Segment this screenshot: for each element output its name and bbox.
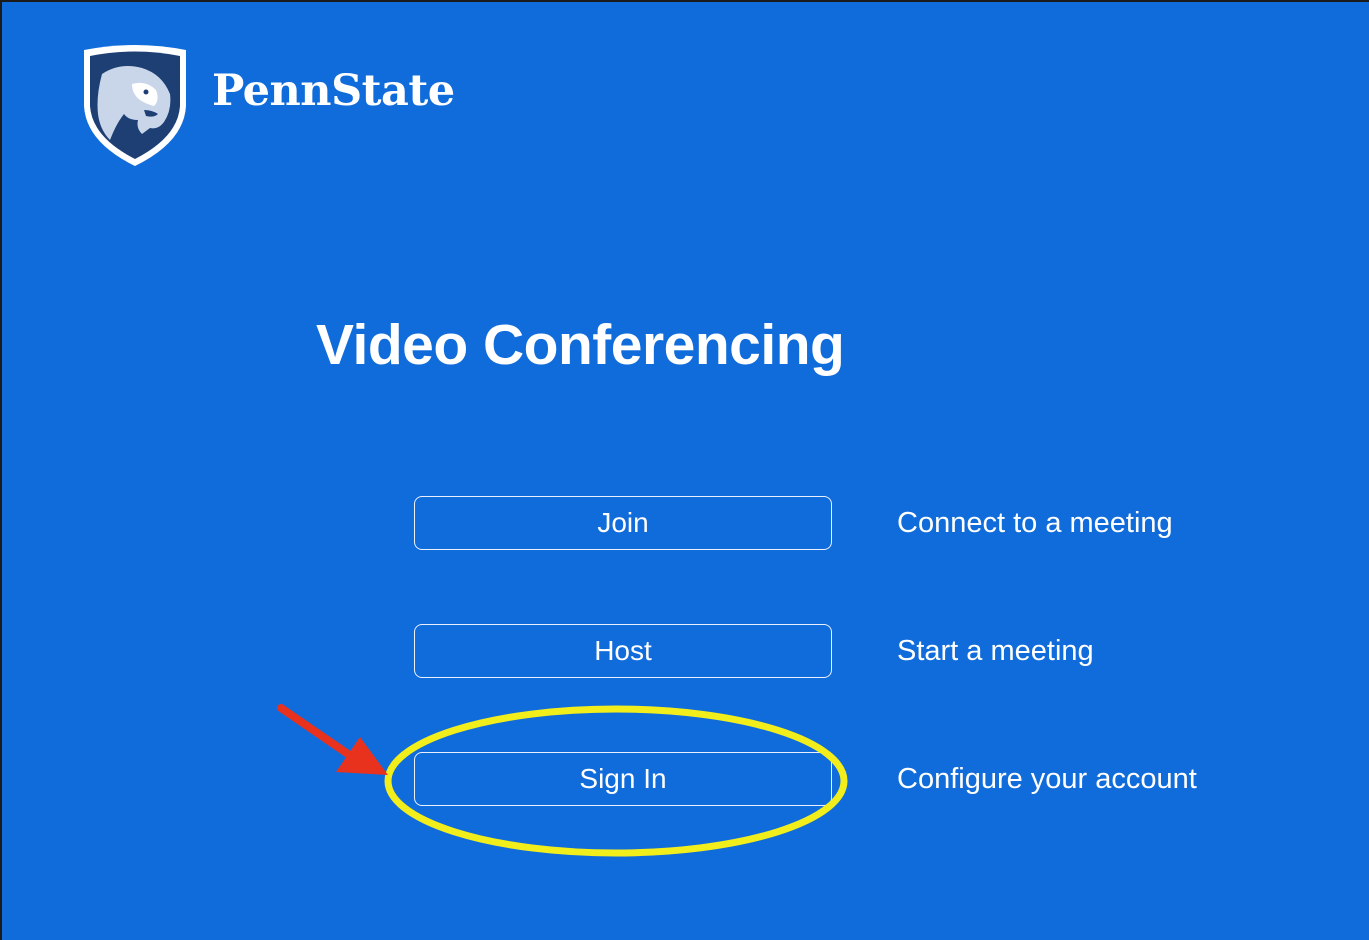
pennstate-brand: PennState bbox=[80, 44, 455, 168]
join-description: Connect to a meeting bbox=[897, 506, 1173, 539]
join-button[interactable]: Join bbox=[414, 496, 832, 550]
sign-in-row: Sign In Configure your account bbox=[414, 752, 1197, 806]
nittany-lion-shield-icon bbox=[84, 45, 186, 166]
sign-in-button[interactable]: Sign In bbox=[414, 752, 832, 806]
host-row: Host Start a meeting bbox=[414, 624, 1094, 678]
red-arrow-icon bbox=[277, 704, 388, 775]
join-row: Join Connect to a meeting bbox=[414, 496, 1173, 550]
page-title: Video Conferencing bbox=[316, 313, 845, 377]
sign-in-description: Configure your account bbox=[897, 762, 1197, 795]
host-description: Start a meeting bbox=[897, 634, 1094, 667]
video-conferencing-window: PennState Video Conferencing Join Connec… bbox=[0, 0, 1369, 940]
host-button[interactable]: Host bbox=[414, 624, 832, 678]
brand-name: PennState bbox=[212, 66, 455, 116]
